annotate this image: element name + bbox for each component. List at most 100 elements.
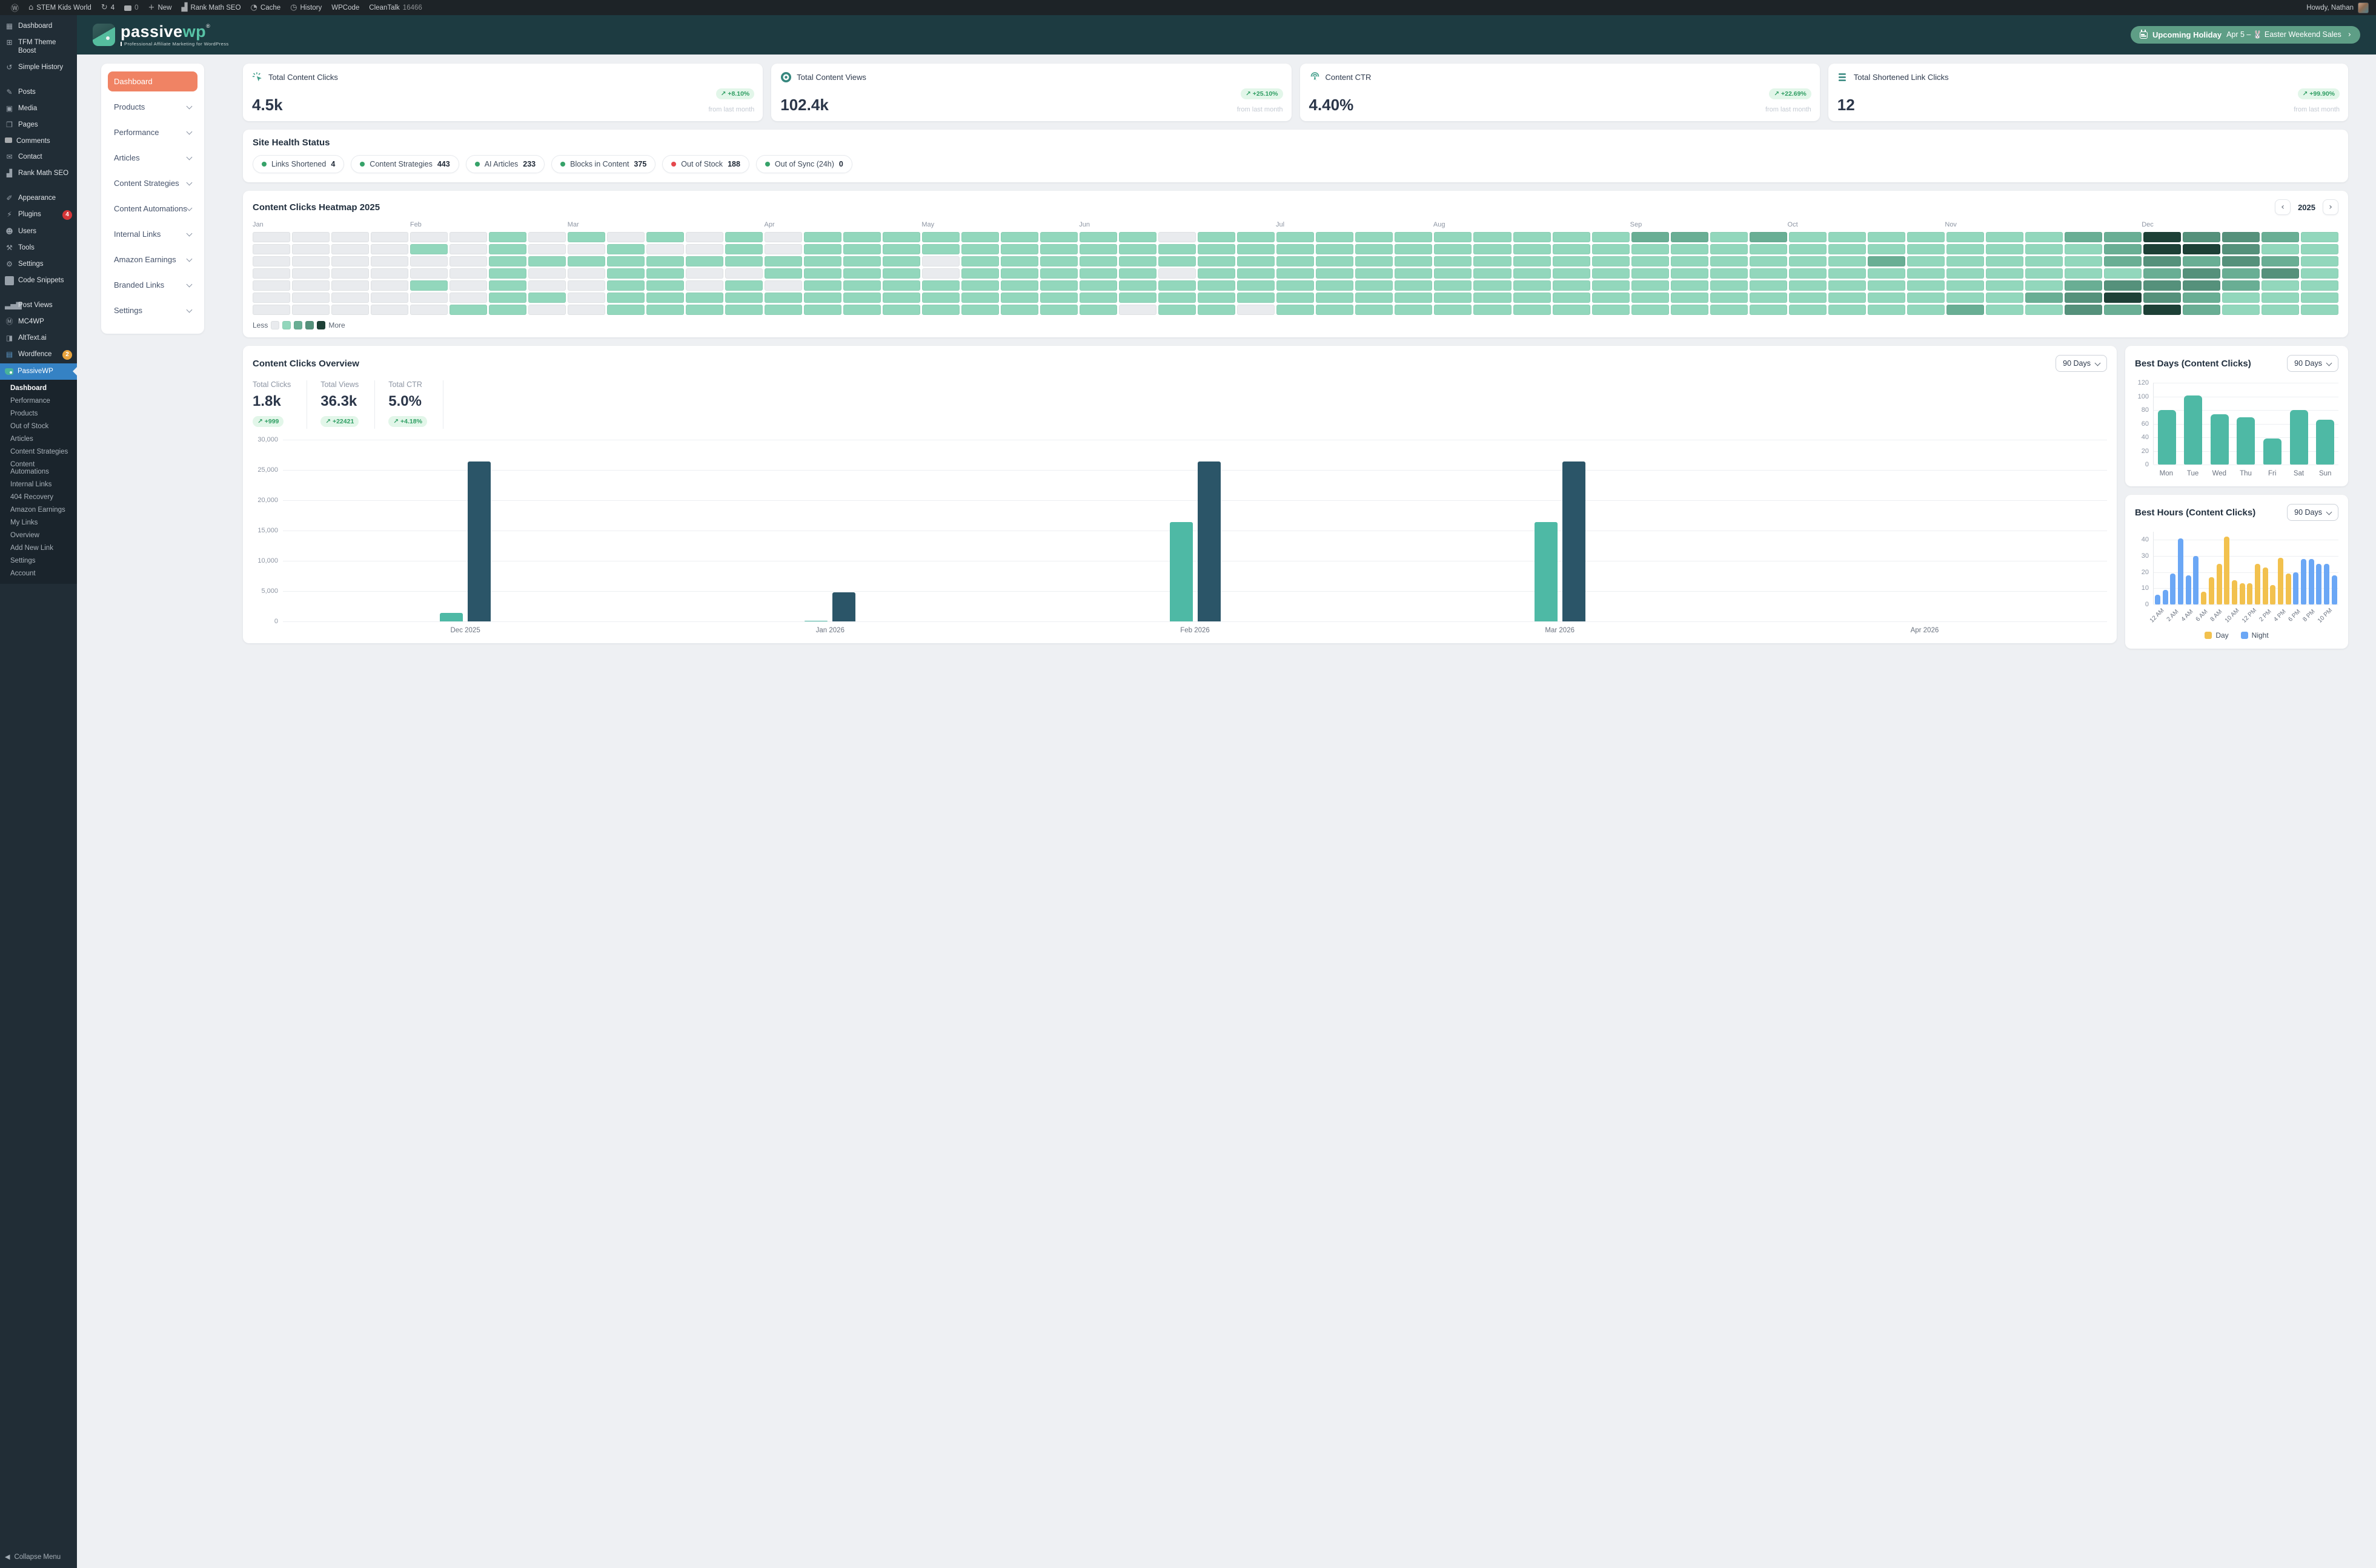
submenu-item-amazon-earnings[interactable]: Amazon Earnings [0,504,77,517]
submenu-item-my-links[interactable]: My Links [0,517,77,529]
menu-panel-item-products[interactable]: Products [108,97,197,117]
menu-panel-item-internal-links[interactable]: Internal Links [108,224,197,244]
sidebar-item-wordfence[interactable]: ▤Wordfence2 [0,346,77,363]
heatmap-month-label: Apr [765,221,775,228]
sidebar-item-posts[interactable]: ✎Posts [0,84,77,101]
menu-panel-item-articles[interactable]: Articles [108,148,197,168]
submenu-item-products[interactable]: Products [0,408,77,420]
submenu-item-dashboard[interactable]: Dashboard [0,382,77,395]
stat-card-subtext: from last month [1765,106,1811,113]
menu-panel-item-settings[interactable]: Settings [108,300,197,320]
admin-bar-item[interactable]: ↻4 [96,0,119,15]
heatmap-cell [646,280,684,291]
sidebar-item-dashboard[interactable]: ▦Dashboard [0,18,77,35]
admin-bar-item[interactable]: +New [144,0,177,15]
heatmap-cell [883,232,920,242]
heatmap-prev-button[interactable]: ‹ [2275,199,2291,215]
admin-bar-item[interactable]: ⌂STEM Kids World [24,0,96,15]
heatmap-cell [2143,232,2181,242]
heatmap-cell [1868,305,1905,315]
gridline [2154,604,2338,605]
admin-bar-item[interactable]: ◔Cache [246,0,286,15]
heatmap-cell [2025,293,2063,303]
best-days-range-select[interactable]: 90 Days [2287,355,2338,372]
sidebar-item-post-views[interactable]: ▃▅▇Post Views [0,297,77,314]
heatmap-cell [1946,256,1984,266]
submenu-item-account[interactable]: Account [0,567,77,580]
submenu-item-articles[interactable]: Articles [0,433,77,446]
admin-bar-item[interactable]: Ⓦ [6,0,24,15]
y-tick-label: 40 [2142,434,2149,441]
sidebar-item-appearance[interactable]: ✐Appearance [0,190,77,207]
heatmap-cell [843,244,881,254]
sidebar-item-rank-math-seo[interactable]: ▟Rank Math SEO [0,165,77,182]
sidebar-item-media[interactable]: ▣Media [0,101,77,117]
heatmap-cell [1631,305,1669,315]
overview-range-select[interactable]: 90 Days [2056,355,2107,372]
submenu-item-internal-links[interactable]: Internal Links [0,478,77,491]
heatmap-cell [725,293,763,303]
submenu-item-settings[interactable]: Settings [0,555,77,567]
sidebar-item-comments[interactable]: Comments [0,133,77,149]
sidebar-item-code-snippets[interactable]: />Code Snippets [0,273,77,289]
heatmap-cell [2301,293,2338,303]
bar-night [2324,564,2329,604]
sidebar-item-pages[interactable]: ❐Pages [0,117,77,133]
heatmap-cell [1158,293,1196,303]
sidebar-item-tfm-theme-boost[interactable]: ⊞TFM Theme Boost [0,35,77,59]
heatmap-cell [1040,268,1078,279]
heatmap-cell [961,244,999,254]
submenu-item-content-strategies[interactable]: Content Strategies [0,446,77,458]
bar-night [2293,572,2298,604]
menu-panel-item-amazon-earnings[interactable]: Amazon Earnings [108,250,197,270]
heatmap-cell [2222,244,2260,254]
bar [2316,420,2334,465]
admin-bar-item[interactable]: 0 [119,0,143,15]
sidebar-item-passivewp[interactable]: PassiveWP [0,363,77,379]
admin-bar-item[interactable]: WPCode [327,0,364,15]
heatmap-cell [2262,232,2299,242]
collapse-menu-button[interactable]: ◀ Collapse Menu [0,1549,77,1564]
heatmap-cell [1868,280,1905,291]
menu-panel-item-content-automations[interactable]: Content Automations [108,199,197,219]
upcoming-holiday-banner[interactable]: Upcoming Holiday Apr 5 – 🐰 Easter Weeken… [2131,26,2360,44]
heatmap-cell [1828,256,1866,266]
submenu-item-404-recovery[interactable]: 404 Recovery [0,491,77,504]
menu-panel-item-label: Internal Links [114,230,161,239]
heatmap-next-button[interactable]: › [2323,199,2338,215]
admin-bar-user[interactable]: Howdy, Nathan [2306,2,2370,13]
heatmap-row [253,256,2338,266]
sidebar-item-settings[interactable]: ⚙Settings [0,256,77,273]
sidebar-item-users[interactable]: ☻Users [0,223,77,240]
menu-panel-item-branded-links[interactable]: Branded Links [108,275,197,295]
best-hours-card: Best Hours (Content Clicks) 90 Days 4030… [2125,495,2348,649]
heatmap-cell [1631,244,1669,254]
admin-bar-item[interactable]: CleanTalk16466 [364,0,426,15]
menu-panel-item-performance[interactable]: Performance [108,122,197,142]
submenu-item-performance[interactable]: Performance [0,395,77,408]
submenu-item-out-of-stock[interactable]: Out of Stock [0,420,77,433]
admin-bar-item[interactable]: ▟Rank Math SEO [176,0,245,15]
heatmap-cell [961,280,999,291]
admin-bar-item[interactable]: ◷History [285,0,327,15]
heatmap-cell [1750,268,1787,279]
menu-panel-item-content-strategies[interactable]: Content Strategies [108,173,197,193]
gridline [283,621,2107,622]
sidebar-item-alttext-ai[interactable]: ◨AltText.ai [0,330,77,346]
admin-bar-item-label: 0 [134,4,138,12]
heatmap-cell [1631,280,1669,291]
bar-views [832,592,855,621]
submenu-item-overview[interactable]: Overview [0,529,77,542]
sidebar-item-simple-history[interactable]: ↺Simple History [0,59,77,76]
submenu-item-content-automations[interactable]: Content Automations [0,458,77,478]
sidebar-item-contact[interactable]: ✉Contact [0,149,77,165]
sidebar-item-mc4wp[interactable]: ⓂMC4WP [0,314,77,330]
menu-panel-item-dashboard[interactable]: Dashboard [108,71,197,91]
heatmap-cell [1907,268,1945,279]
heatmap-cell [2301,280,2338,291]
submenu-item-add-new-link[interactable]: Add New Link [0,542,77,555]
sidebar-item-label: TFM Theme Boost [18,38,72,56]
sidebar-item-plugins[interactable]: ⚡Plugins4 [0,207,77,223]
sidebar-item-tools[interactable]: ⚒Tools [0,240,77,256]
best-hours-range-select[interactable]: 90 Days [2287,504,2338,521]
